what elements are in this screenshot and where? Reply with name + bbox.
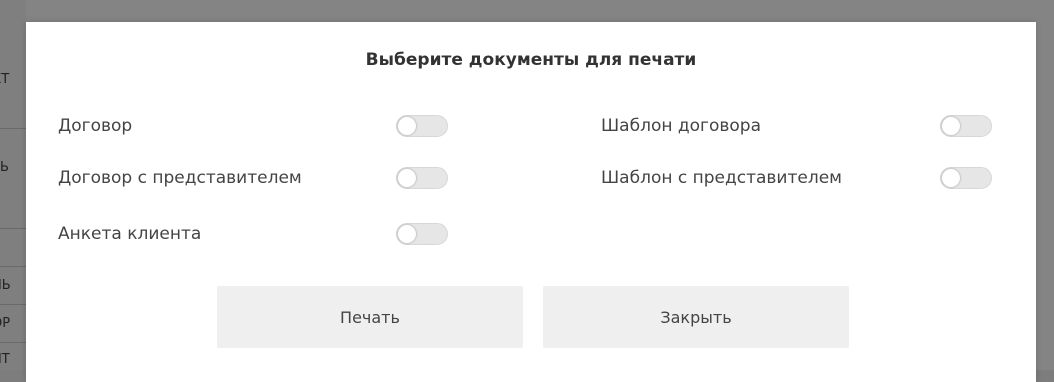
- background-strip: [0, 0, 26, 370]
- toggle-switch[interactable]: [396, 167, 448, 189]
- background-divider: [0, 228, 26, 229]
- toggle-switch[interactable]: [396, 223, 448, 245]
- option-label: Шаблон договора: [601, 116, 761, 136]
- print-button[interactable]: Печать: [217, 286, 523, 348]
- toggle-knob: [942, 117, 960, 135]
- background-text-fragment: КТ: [0, 72, 10, 87]
- close-button[interactable]: Закрыть: [543, 286, 849, 348]
- background-text-fragment: НТ: [0, 352, 10, 367]
- toggle-switch[interactable]: [940, 167, 992, 189]
- background-divider: [0, 304, 26, 305]
- option-contract: Договор: [58, 115, 458, 139]
- toggle-knob: [942, 169, 960, 187]
- option-label: Договор с представителем: [58, 168, 302, 188]
- background-text-fragment: а: [0, 240, 26, 255]
- option-label: Договор: [58, 116, 133, 136]
- option-template-with-representative: Шаблон с представителем: [601, 167, 1001, 191]
- background-divider: [0, 266, 26, 267]
- option-client-questionnaire: Анкета клиента: [58, 223, 458, 247]
- toggle-knob: [398, 225, 416, 243]
- print-documents-dialog: Выберите документы для печати Договор До…: [26, 22, 1036, 382]
- option-contract-template: Шаблон договора: [601, 115, 1001, 139]
- background-text-fragment: ОР: [0, 316, 11, 331]
- background-divider: [0, 342, 26, 343]
- option-label: Анкета клиента: [58, 224, 202, 244]
- background-text-fragment: ТЬ: [0, 160, 9, 175]
- option-label: Шаблон с представителем: [601, 168, 842, 188]
- background-divider: [0, 128, 26, 129]
- toggle-knob: [398, 117, 416, 135]
- toggle-knob: [398, 169, 416, 187]
- background-text-fragment: НЬ: [0, 278, 11, 293]
- toggle-switch[interactable]: [396, 115, 448, 137]
- toggle-switch[interactable]: [940, 115, 992, 137]
- option-contract-with-representative: Договор с представителем: [58, 167, 458, 191]
- dialog-title: Выберите документы для печати: [365, 50, 697, 70]
